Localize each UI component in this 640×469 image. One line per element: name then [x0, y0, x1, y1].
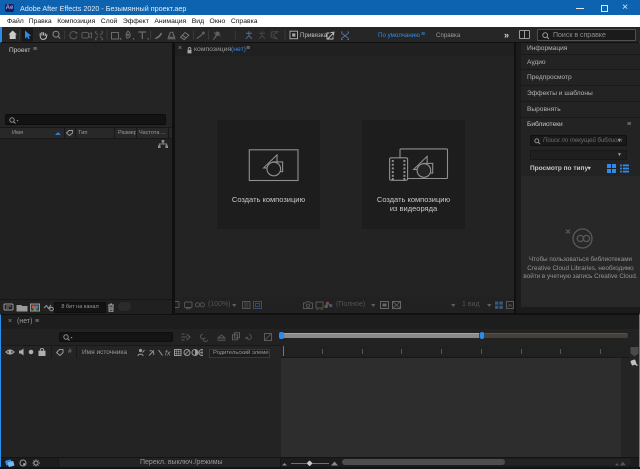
svg-text:fx: fx — [165, 350, 171, 357]
